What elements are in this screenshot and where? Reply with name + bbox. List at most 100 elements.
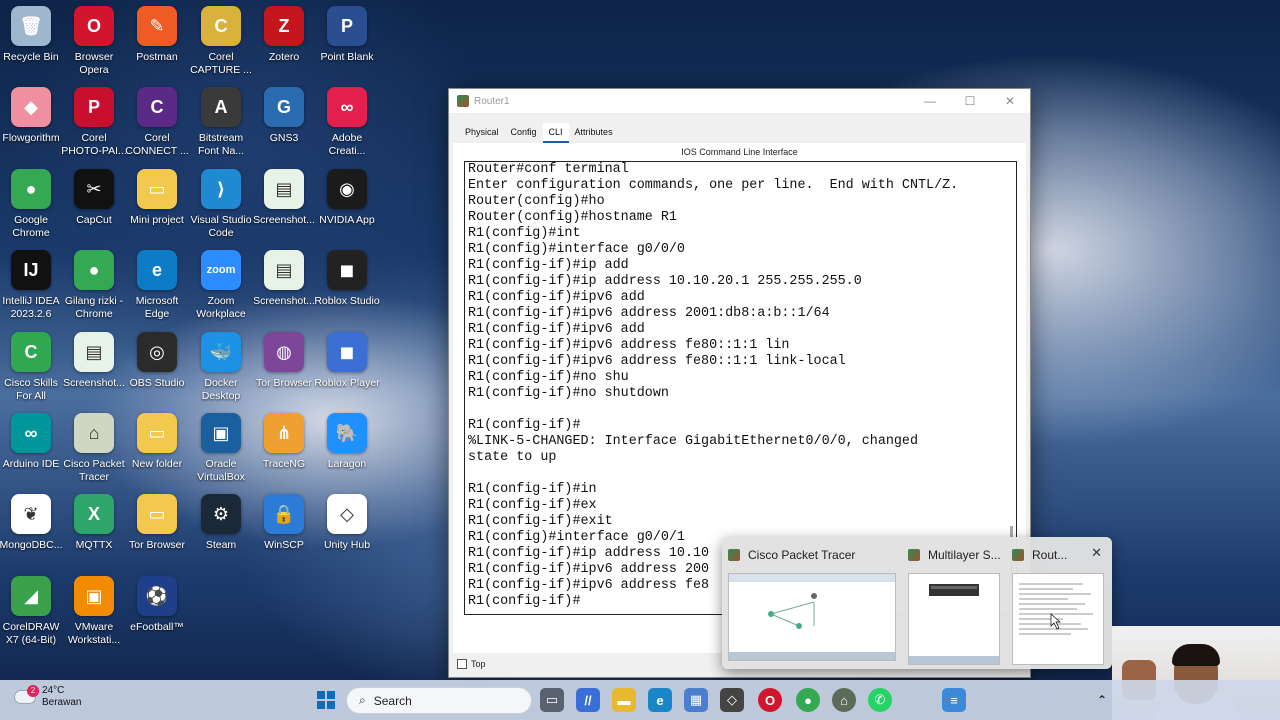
desktop-shortcut[interactable]: ✎ Postman bbox=[124, 2, 190, 80]
desktop-shortcut[interactable]: P Point Blank bbox=[314, 2, 380, 80]
coreldraw-icon: ◢ bbox=[11, 576, 51, 616]
desktop-shortcut[interactable]: ∞ Arduino IDE bbox=[0, 409, 64, 487]
desktop-shortcut[interactable]: ● Google Chrome bbox=[0, 165, 64, 243]
desktop-shortcut[interactable]: zoom Zoom Workplace bbox=[188, 246, 254, 324]
tab-config[interactable]: Config bbox=[505, 123, 543, 143]
windows-start-icon[interactable] bbox=[314, 688, 338, 712]
notepad-icon[interactable]: ≡ bbox=[942, 688, 966, 712]
desktop-shortcut[interactable]: ◢ CorelDRAW X7 (64-Bit) bbox=[0, 572, 64, 650]
desktop-shortcut[interactable]: P Corel PHOTO-PAI... bbox=[61, 83, 127, 161]
desktop-shortcut[interactable]: ▭ Tor Browser bbox=[124, 490, 190, 568]
desktop-shortcut[interactable]: O Browser Opera bbox=[61, 2, 127, 80]
desktop-shortcut[interactable]: ⌂ Cisco Packet Tracer bbox=[61, 409, 127, 487]
window-titlebar[interactable]: Router1 — ☐ ✕ bbox=[449, 89, 1030, 113]
desktop-shortcut[interactable]: e Microsoft Edge bbox=[124, 246, 190, 324]
minimize-icon[interactable]: — bbox=[910, 94, 950, 108]
desktop-shortcut[interactable]: ▤ Screenshot... bbox=[61, 328, 127, 406]
top-checkbox-box[interactable] bbox=[457, 659, 467, 669]
whatsapp-icon[interactable]: ✆ bbox=[868, 688, 892, 712]
tab-physical[interactable]: Physical bbox=[459, 123, 505, 143]
preview-router1[interactable]: Rout... bbox=[1012, 545, 1104, 665]
unity-icon[interactable]: ◇ bbox=[720, 688, 744, 712]
packet-tracer-app-icon bbox=[457, 95, 469, 107]
preview-image bbox=[1012, 573, 1104, 665]
desktop-shortcut-label: Zotero bbox=[268, 51, 300, 63]
desktop-shortcut[interactable]: C Corel CAPTURE ... bbox=[188, 2, 254, 80]
desktop-shortcut[interactable]: ◎ OBS Studio bbox=[124, 328, 190, 406]
desktop-shortcut[interactable]: ⚽ eFootball™ bbox=[124, 572, 190, 650]
desktop-shortcut[interactable]: 🐘 Laragon bbox=[314, 409, 380, 487]
desktop-shortcut[interactable]: 🐳 Docker Desktop bbox=[188, 328, 254, 406]
desktop-shortcut[interactable]: ▣ Oracle VirtualBox bbox=[188, 409, 254, 487]
chrome-icon[interactable]: ● bbox=[796, 688, 820, 712]
desktop-shortcut[interactable]: A Bitstream Font Na... bbox=[188, 83, 254, 161]
desktop-shortcut[interactable]: ▤ Screenshot... bbox=[251, 246, 317, 324]
taskbar: 2 24°C Berawan ⌕ Search ▭ // ▬ e ▦ ◇ O ●… bbox=[0, 680, 1280, 720]
tab-cli[interactable]: CLI bbox=[542, 123, 569, 143]
desktop-shortcut-label: Google Chrome bbox=[12, 214, 50, 239]
packet-tracer-icon bbox=[908, 549, 920, 561]
preview-image bbox=[908, 573, 1000, 665]
desktop-shortcut-label: Mini project bbox=[130, 214, 184, 226]
desktop-shortcut[interactable]: ⋔ TraceNG bbox=[251, 409, 317, 487]
packet-tracer-taskbar-icon[interactable]: ⌂ bbox=[832, 688, 856, 712]
desktop-shortcut[interactable]: ▭ New folder bbox=[124, 409, 190, 487]
desktop-shortcut[interactable]: G GNS3 bbox=[251, 83, 317, 161]
file-explorer-icon[interactable]: ▬ bbox=[612, 688, 636, 712]
desktop-shortcut[interactable]: 🗑 Recycle Bin bbox=[0, 2, 64, 80]
weather-widget[interactable]: 2 24°C Berawan bbox=[14, 685, 81, 709]
top-checkbox[interactable]: Top bbox=[457, 659, 486, 669]
desktop-shortcut[interactable]: ⟩ Visual Studio Code bbox=[188, 165, 254, 243]
preview-close-icon[interactable]: ✕ bbox=[1091, 545, 1102, 561]
cli-line: R1(config-if)#ip address 10.10.20.1 255.… bbox=[468, 274, 862, 289]
cli-line: %LINK-5-CHANGED: Interface GigabitEthern… bbox=[468, 434, 918, 449]
search-box[interactable]: ⌕ Search bbox=[346, 687, 532, 714]
desktop-shortcut-label: WinSCP bbox=[264, 539, 304, 551]
traceng-icon: ⋔ bbox=[264, 413, 304, 453]
desktop-shortcut[interactable]: IJ IntelliJ IDEA 2023.2.6 bbox=[0, 246, 64, 324]
preview-multilayer-switch[interactable]: Multilayer S... bbox=[908, 545, 1001, 665]
preview-packet-tracer[interactable]: Cisco Packet Tracer bbox=[728, 545, 896, 661]
edge-icon: e bbox=[137, 250, 177, 290]
window-title: Router1 bbox=[474, 95, 510, 107]
desktop-shortcut[interactable]: ▤ Screenshot... bbox=[251, 165, 317, 243]
close-icon[interactable]: ✕ bbox=[990, 94, 1030, 108]
desktop-shortcut[interactable]: ∞ Adobe Creati... bbox=[314, 83, 380, 161]
desktop-shortcut[interactable]: ◍ Tor Browser bbox=[251, 328, 317, 406]
edge-icon[interactable]: e bbox=[648, 688, 672, 712]
desktop-shortcut[interactable]: X MQTTX bbox=[61, 490, 127, 568]
weather-desc: Berawan bbox=[42, 697, 82, 708]
desktop-shortcut-label: Docker Desktop bbox=[201, 377, 241, 402]
desktop-shortcut-label: Browser Opera bbox=[74, 51, 114, 76]
desktop-shortcut[interactable]: ◼ Roblox Studio bbox=[314, 246, 380, 324]
desktop-shortcut[interactable]: ❦ MongoDBC... bbox=[0, 490, 64, 568]
zoom-icon: zoom bbox=[201, 250, 241, 290]
desktop-shortcut[interactable]: ◇ Unity Hub bbox=[314, 490, 380, 568]
maximize-icon[interactable]: ☐ bbox=[950, 94, 990, 108]
desktop-shortcut[interactable]: Z Zotero bbox=[251, 2, 317, 80]
preview-label: Multilayer S... bbox=[928, 548, 1001, 562]
tab-attributes[interactable]: Attributes bbox=[569, 123, 619, 143]
desktop-shortcut[interactable]: C Corel CONNECT ... bbox=[124, 83, 190, 161]
desktop-shortcut[interactable]: ◉ NVIDIA App bbox=[314, 165, 380, 243]
desktop-shortcut[interactable]: ▭ Mini project bbox=[124, 165, 190, 243]
desktop-shortcut[interactable]: C Cisco Skills For All bbox=[0, 328, 64, 406]
task-view-icon[interactable]: ▭ bbox=[540, 688, 564, 712]
desktop-shortcut-label: Screenshot... bbox=[253, 295, 315, 307]
desktop-shortcut-label: CapCut bbox=[76, 214, 112, 226]
desktop-shortcut[interactable]: ▣ VMware Workstati... bbox=[61, 572, 127, 650]
visual-studio-icon[interactable]: // bbox=[576, 688, 600, 712]
desktop-shortcut[interactable]: 🔒 WinSCP bbox=[251, 490, 317, 568]
desktop-shortcut[interactable]: ◼ Roblox Player bbox=[314, 328, 380, 406]
chrome-icon: ● bbox=[11, 169, 51, 209]
desktop-shortcut[interactable]: ◆ Flowgorithm bbox=[0, 83, 64, 161]
tray-chevron-icon[interactable]: ⌃ bbox=[1090, 688, 1114, 712]
docker-icon: 🐳 bbox=[201, 332, 241, 372]
search-label: Search bbox=[373, 693, 412, 708]
desktop-shortcut[interactable]: ⚙ Steam bbox=[188, 490, 254, 568]
opera-icon[interactable]: O bbox=[758, 688, 782, 712]
desktop-shortcut[interactable]: ● Gilang rizki - Chrome bbox=[61, 246, 127, 324]
preview-label: Cisco Packet Tracer bbox=[748, 548, 856, 562]
desktop-shortcut[interactable]: ✂ CapCut bbox=[61, 165, 127, 243]
store-icon[interactable]: ▦ bbox=[684, 688, 708, 712]
